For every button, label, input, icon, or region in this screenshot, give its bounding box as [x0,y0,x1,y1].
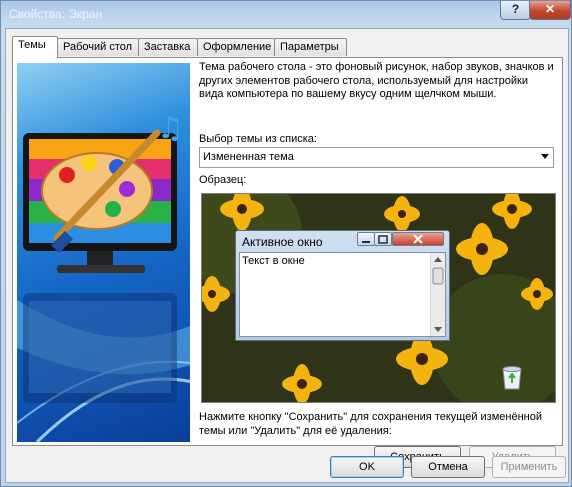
save-delete-hint: Нажмите кнопку "Сохранить" для сохранени… [199,411,543,437]
preview-scrollbar [430,253,445,336]
tab-desktop[interactable]: Рабочий стол [57,38,139,56]
theme-select[interactable]: Измененная тема [199,147,554,168]
preview-window-title: Активное окно [242,235,323,249]
preview-active-window: Активное окно Текст в окне [235,230,450,341]
preview-window-text-area: Текст в окне [239,252,446,337]
tab-settings[interactable]: Параметры [274,38,347,56]
cancel-button[interactable]: Отмена [411,456,485,478]
minimize-icon [357,232,375,246]
preview-label: Образец: [199,174,247,186]
theme-select-label: Выбор темы из списка: [199,133,317,145]
preview-window-text: Текст в окне [242,255,305,267]
window-title: Свойства: Экран [9,7,103,21]
maximize-icon [374,232,392,246]
tab-themes[interactable]: Темы [12,36,58,58]
ok-button[interactable]: OK [330,456,404,478]
dialog-client-area: Темы Рабочий стол Заставка Оформление Па… [5,28,569,483]
svg-text:♫: ♫ [157,111,184,146]
theme-select-value: Измененная тема [203,151,294,163]
monitor-paint-palette-icon: ♫ [17,63,190,442]
theme-description: Тема рабочего стола - это фоновый рисуно… [199,61,554,101]
title-bar[interactable]: Свойства: Экран ? ✕ [1,1,571,27]
close-button[interactable]: ✕ [529,1,571,20]
display-properties-dialog: Свойства: Экран ? ✕ Темы Рабочий стол За… [0,0,572,487]
apply-button[interactable]: Применить [492,456,566,478]
tab-screensaver[interactable]: Заставка [138,38,198,56]
chevron-down-icon[interactable] [541,154,549,159]
help-button[interactable]: ? [500,1,531,20]
tab-appearance[interactable]: Оформление [197,38,275,56]
themes-panel: ♫ Тема рабочего стола - это фоновый рису… [12,57,563,468]
close-icon [392,232,444,246]
theme-preview: Активное окно Текст в окне [201,193,556,403]
recycle-bin-icon[interactable] [500,363,524,391]
